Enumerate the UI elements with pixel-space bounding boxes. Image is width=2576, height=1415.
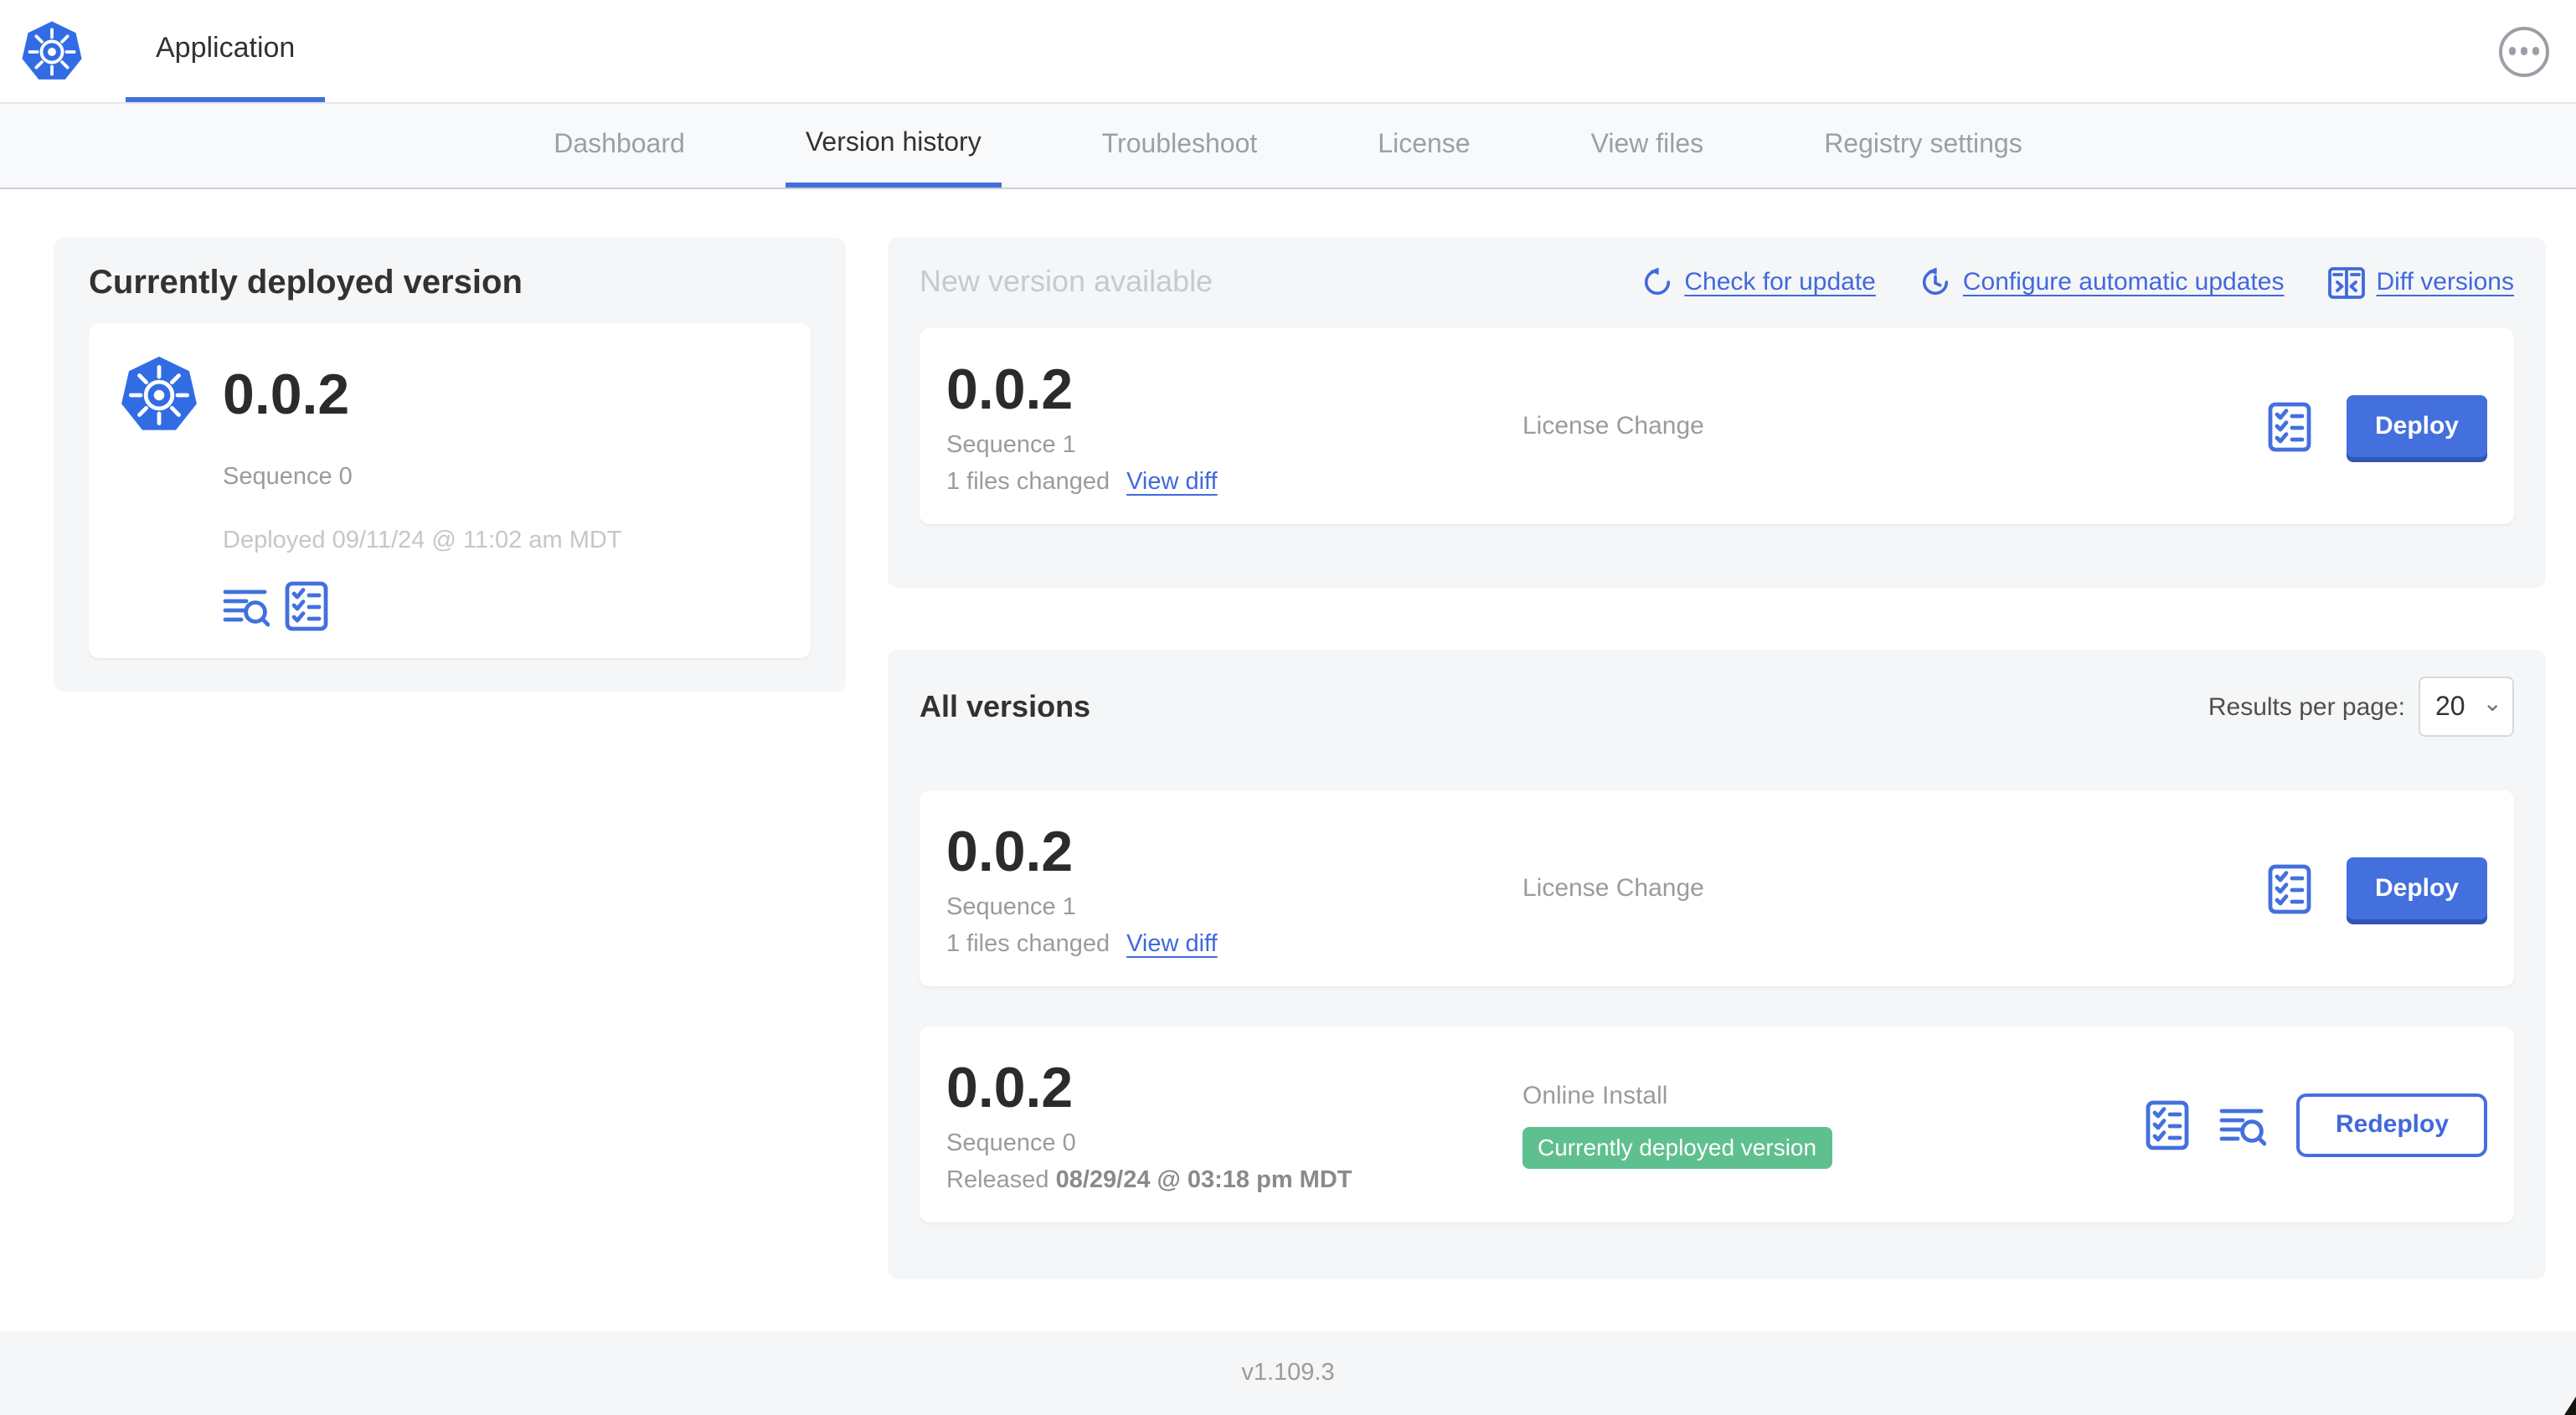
row-version-number: 0.0.2	[946, 820, 1074, 883]
tab-view-files[interactable]: View files	[1571, 104, 1724, 188]
cursor-artifact	[2564, 1397, 2576, 1415]
preflight-checks-icon[interactable]	[285, 581, 328, 631]
diff-icon	[2327, 266, 2365, 298]
view-diff-link[interactable]: View diff	[1126, 468, 1218, 495]
change-type-label: License Change	[1522, 874, 1704, 903]
app-title: Application	[156, 32, 296, 64]
currently-deployed-badge: Currently deployed version	[1522, 1126, 1832, 1168]
clock-refresh-icon	[1922, 267, 1948, 296]
deployed-timestamp: Deployed 09/11/24 @ 11:02 am MDT	[223, 527, 622, 554]
preflight-checks-icon[interactable]	[2268, 863, 2311, 913]
version-row: 0.0.2 Sequence 0 Released 08/29/24 @ 03:…	[920, 1027, 2514, 1222]
redeploy-button[interactable]: Redeploy	[2296, 1093, 2487, 1156]
tab-troubleshoot[interactable]: Troubleshoot	[1082, 104, 1278, 188]
version-row: 0.0.2 Sequence 1 1 files changed View di…	[920, 790, 2514, 986]
tab-version-history[interactable]: Version history	[785, 104, 1002, 188]
admin-console-page: Application Dashboard Version history Tr…	[0, 0, 2576, 1415]
main-content: Currently deployed version 0.0.2 Sequenc…	[0, 189, 2576, 1279]
ellipsis-icon	[2508, 47, 2517, 55]
app-title-tab[interactable]: Application	[126, 0, 326, 102]
deployed-version-number: 0.0.2	[223, 363, 350, 427]
preflight-checks-icon[interactable]	[2268, 401, 2311, 451]
preflight-checks-icon[interactable]	[2146, 1099, 2190, 1150]
new-version-title: New version available	[920, 265, 1213, 298]
released-date: 08/29/24 @ 03:18 pm MDT	[1055, 1166, 1352, 1193]
kubernetes-app-icon	[119, 353, 199, 437]
diff-versions-link[interactable]: Diff versions	[2327, 265, 2514, 299]
row-version-number: 0.0.2	[946, 1056, 1074, 1119]
tab-license[interactable]: License	[1358, 104, 1490, 188]
new-version-panel: New version available Check for update C…	[888, 238, 2546, 588]
files-changed-label: 1 files changed	[946, 468, 1110, 495]
row-version-number: 0.0.2	[946, 358, 1074, 421]
overflow-menu-button[interactable]	[2499, 26, 2549, 76]
refresh-icon	[1644, 267, 1670, 296]
results-per-page-select[interactable]: 20	[2419, 677, 2514, 737]
new-version-row: 0.0.2 Sequence 1 1 files changed View di…	[920, 328, 2514, 524]
currently-deployed-panel: Currently deployed version 0.0.2 Sequenc…	[54, 238, 846, 692]
view-deploy-logs-icon[interactable]	[2220, 1103, 2267, 1146]
change-type-label: License Change	[1522, 412, 1704, 440]
all-versions-panel: All versions Results per page: 20 ⌄ 0.0.…	[888, 650, 2546, 1279]
configure-automatic-updates-link[interactable]: Configure automatic updates	[1919, 266, 2284, 298]
deployed-sequence: Sequence 0	[223, 464, 353, 491]
tab-registry-settings[interactable]: Registry settings	[1804, 104, 2043, 188]
row-sequence: Sequence 1	[946, 431, 1076, 458]
check-for-update-link[interactable]: Check for update	[1641, 266, 1876, 298]
all-versions-title: All versions	[920, 689, 1091, 723]
files-changed-label: 1 files changed	[946, 930, 1110, 957]
row-sequence: Sequence 0	[946, 1129, 1076, 1156]
view-diff-link[interactable]: View diff	[1126, 930, 1218, 957]
page-footer: v1.109.3	[0, 1331, 2576, 1415]
console-version: v1.109.3	[1241, 1360, 1335, 1387]
kubernetes-logo-icon	[20, 18, 84, 85]
results-per-page-label: Results per page:	[2208, 692, 2405, 721]
released-label: Released	[946, 1166, 1056, 1193]
deploy-button[interactable]: Deploy	[2347, 395, 2487, 457]
install-type-label: Online Install	[1522, 1081, 1668, 1109]
row-sequence: Sequence 1	[946, 893, 1076, 920]
view-deploy-logs-icon[interactable]	[223, 584, 270, 628]
tab-dashboard[interactable]: Dashboard	[533, 104, 705, 188]
deployed-version-card: 0.0.2 Sequence 0 Deployed 09/11/24 @ 11:…	[89, 323, 811, 658]
section-nav: Dashboard Version history Troubleshoot L…	[0, 104, 2576, 189]
currently-deployed-title: Currently deployed version	[89, 265, 523, 301]
deploy-button[interactable]: Deploy	[2347, 857, 2487, 919]
top-bar: Application	[0, 0, 2576, 104]
